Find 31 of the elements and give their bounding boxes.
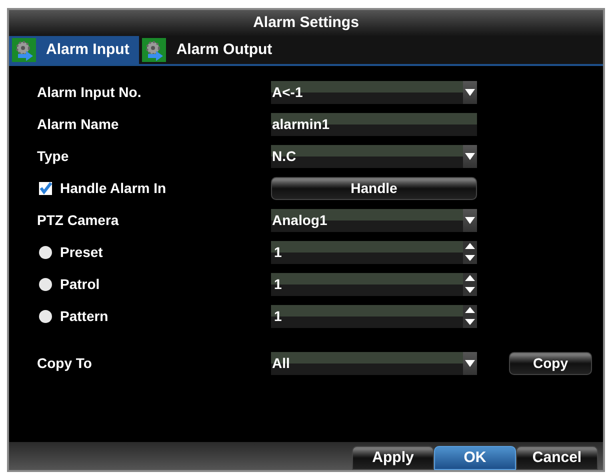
field-label: Handle Alarm In (60, 178, 166, 198)
field-label: Alarm Input No. (37, 82, 142, 102)
dropdown[interactable]: N.C (271, 144, 477, 168)
footer-button[interactable]: Cancel (516, 446, 598, 470)
field-label: PTZ Camera (37, 210, 119, 230)
field-label: Copy To (37, 354, 93, 373)
footer-button[interactable]: Apply (352, 446, 434, 470)
footer-button[interactable]: OK (434, 446, 516, 470)
field-label: Patrol (60, 274, 100, 294)
field-label: Preset (60, 242, 103, 262)
window-title: Alarm Settings (253, 12, 359, 33)
checkbox[interactable] (39, 182, 52, 194)
radio-button[interactable] (39, 246, 52, 258)
field-label: Type (37, 146, 69, 166)
copy-button[interactable]: Copy (509, 352, 592, 374)
spin-box[interactable]: 1 (271, 304, 477, 328)
handle-button[interactable]: Handle (271, 176, 477, 200)
spinner-arrows-icon[interactable] (463, 272, 477, 296)
spin-box[interactable]: 1 (271, 240, 477, 264)
text-field[interactable]: alarmin1 (271, 112, 477, 136)
spinner-arrows-icon[interactable] (463, 240, 477, 264)
dropdown[interactable]: All (271, 352, 477, 374)
dropdown[interactable]: A<-1 (271, 80, 477, 104)
field-label: Alarm Name (37, 114, 119, 134)
radio-button[interactable] (39, 278, 52, 290)
spin-box[interactable]: 1 (271, 272, 477, 296)
dropdown[interactable]: Analog1 (271, 208, 477, 232)
tab[interactable]: Alarm Input (9, 36, 140, 64)
radio-button[interactable] (39, 310, 52, 322)
spinner-arrows-icon[interactable] (463, 304, 477, 328)
field-label: Pattern (60, 306, 108, 326)
